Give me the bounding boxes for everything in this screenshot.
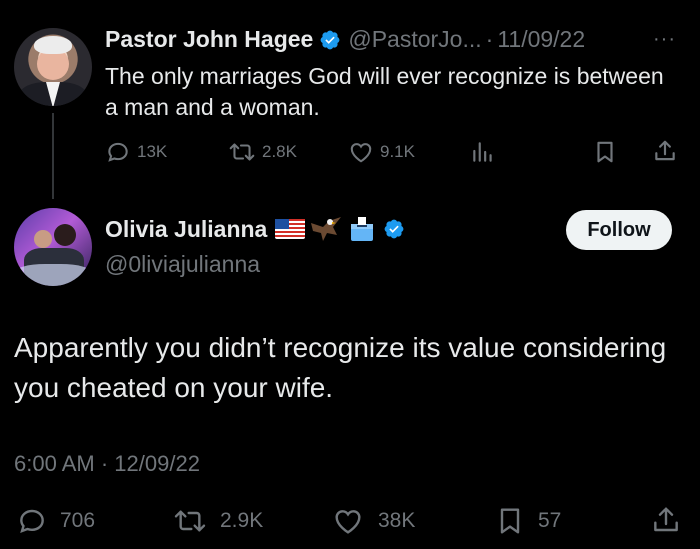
retweet-count: 2.9K: [220, 509, 264, 532]
retweet-icon: [229, 143, 255, 161]
retweet-button[interactable]: 2.9K: [172, 505, 263, 537]
reply-count: 706: [60, 509, 96, 532]
retweet-button[interactable]: 2.8K: [228, 139, 297, 165]
reply-time: 6:00 AM: [14, 451, 95, 476]
views-button[interactable]: [470, 139, 496, 165]
views-icon: [473, 142, 492, 162]
bookmark-button[interactable]: [592, 139, 618, 165]
avatar-olivia-julianna[interactable]: [14, 208, 92, 286]
bookmark-icon: [597, 141, 613, 163]
like-count: 38K: [378, 509, 416, 532]
date-separator: ·: [100, 451, 109, 476]
reply-button[interactable]: 13K: [105, 139, 167, 165]
ballot-box-emoji: [351, 217, 374, 241]
follow-button[interactable]: Follow: [566, 210, 672, 250]
reply-icon: [20, 509, 44, 533]
eagle-emoji: [311, 217, 342, 241]
reply-button[interactable]: 706: [16, 505, 95, 537]
share-button[interactable]: [650, 504, 682, 536]
reply-timestamp[interactable]: 6:00 AM · 12/09/22: [14, 451, 200, 477]
reply-date: 12/09/22: [114, 451, 200, 476]
bookmark-button[interactable]: 57: [494, 505, 561, 537]
avatar-person-2: [54, 224, 76, 246]
thread-connector: [52, 113, 54, 199]
us-flag-emoji: [275, 219, 306, 239]
share-icon: [655, 140, 675, 161]
retweet-count: 2.8K: [262, 142, 297, 161]
like-button[interactable]: 9.1K: [348, 139, 415, 165]
reply-tweet-header: Olivia Julianna: [105, 213, 412, 245]
avatar-table: [14, 264, 92, 286]
like-button[interactable]: 38K: [332, 505, 415, 537]
reply-handle[interactable]: @0liviajulianna: [105, 251, 260, 278]
bookmark-count: 57: [538, 509, 562, 532]
original-tweet-text: The only marriages God will ever recogni…: [105, 63, 664, 120]
reply-tweet-text: Apparently you didn’t recognize its valu…: [14, 332, 667, 403]
like-icon: [350, 143, 372, 163]
bookmark-icon: [500, 508, 520, 534]
original-author-name[interactable]: Pastor John Hagee: [105, 26, 313, 53]
original-tweet-header: Pastor John Hagee @PastorJo... · 11/09/2…: [105, 26, 585, 53]
verified-badge-icon: [320, 30, 340, 49]
like-count: 9.1K: [380, 142, 415, 161]
reply-count: 13K: [137, 142, 168, 161]
original-handle[interactable]: @PastorJo...: [348, 26, 481, 53]
share-button[interactable]: [652, 138, 678, 164]
share-icon: [654, 507, 678, 532]
avatar-hair: [34, 36, 72, 54]
like-icon: [335, 510, 361, 534]
date-separator: ·: [485, 26, 494, 52]
reply-icon: [108, 142, 128, 162]
verified-badge-icon: [384, 219, 404, 239]
reply-author-name[interactable]: Olivia Julianna: [105, 216, 267, 243]
avatar-john-hagee[interactable]: [14, 28, 92, 106]
original-date[interactable]: 11/09/22: [497, 26, 585, 53]
more-icon[interactable]: ···: [653, 28, 676, 51]
retweet-icon: [174, 510, 206, 532]
avatar-person-1: [34, 230, 52, 248]
